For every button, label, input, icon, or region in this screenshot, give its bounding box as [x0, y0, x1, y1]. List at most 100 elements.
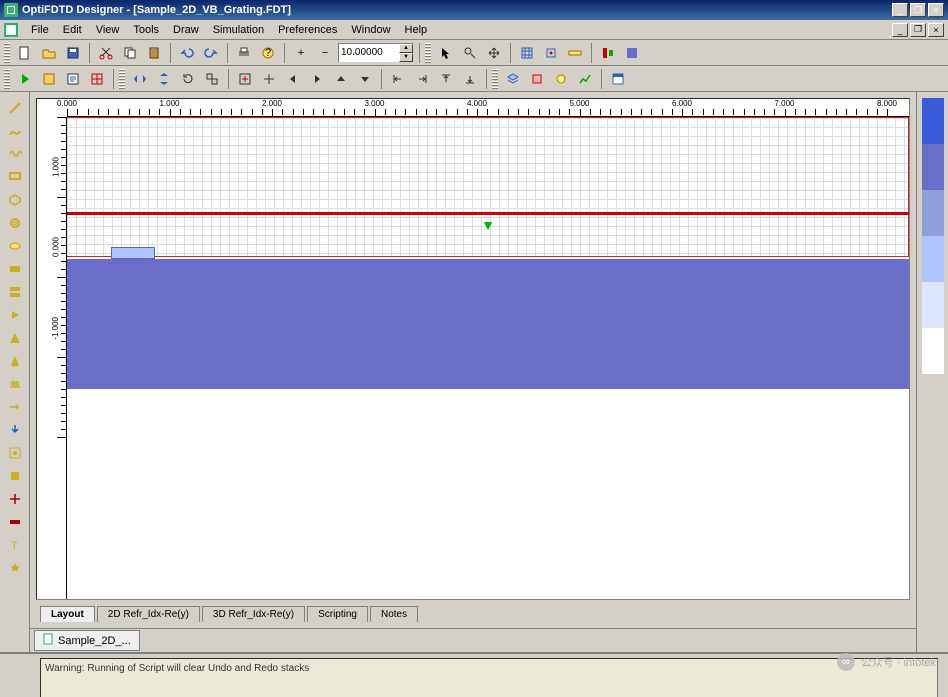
tab-scripting[interactable]: Scripting	[307, 606, 368, 622]
help-button[interactable]: ?	[257, 42, 279, 64]
fit-button[interactable]	[234, 68, 256, 90]
palette-swatch[interactable]	[922, 98, 944, 144]
cone-button[interactable]	[5, 351, 25, 371]
run-button[interactable]	[14, 68, 36, 90]
toolbar-grip-icon[interactable]	[4, 69, 10, 89]
undo-button[interactable]	[176, 42, 198, 64]
right-button[interactable]	[306, 68, 328, 90]
zoom-in-button[interactable]: −	[314, 42, 336, 64]
source-line[interactable]	[67, 212, 909, 215]
material-button[interactable]	[621, 42, 643, 64]
measure-button[interactable]	[5, 443, 25, 463]
save-button[interactable]	[62, 42, 84, 64]
toolbar-grip-icon[interactable]	[492, 69, 498, 89]
zoom-input[interactable]	[339, 44, 399, 62]
draw-curve-button[interactable]	[5, 121, 25, 141]
spin-up-button[interactable]: ▲	[399, 44, 413, 53]
document-tab[interactable]: Sample_2D_...	[34, 630, 140, 651]
palette-swatch[interactable]	[922, 144, 944, 190]
open-button[interactable]	[38, 42, 60, 64]
menu-edit[interactable]: Edit	[56, 22, 89, 38]
menu-draw[interactable]: Draw	[166, 22, 206, 38]
new-button[interactable]	[14, 42, 36, 64]
palette-swatch[interactable]	[922, 236, 944, 282]
toolbar-grip-icon[interactable]	[4, 43, 10, 63]
flip-v-button[interactable]	[153, 68, 175, 90]
project-button[interactable]	[38, 68, 60, 90]
toolbar-grip-icon[interactable]	[119, 69, 125, 89]
probe-button[interactable]	[5, 420, 25, 440]
tab-layout[interactable]: Layout	[40, 606, 95, 622]
menu-simulation[interactable]: Simulation	[206, 22, 271, 38]
palette-swatch[interactable]	[922, 328, 944, 374]
waveguide-button[interactable]	[5, 512, 25, 532]
tab-notes[interactable]: Notes	[370, 606, 418, 622]
redo-button[interactable]	[200, 42, 222, 64]
snap-left-button[interactable]	[387, 68, 409, 90]
menu-view[interactable]: View	[89, 22, 127, 38]
canvas[interactable]: 0.0001.0002.0003.0004.0005.0006.0007.000…	[36, 98, 910, 600]
region-button[interactable]	[5, 259, 25, 279]
detector-button[interactable]	[526, 68, 548, 90]
spin-down-button[interactable]: ▼	[399, 53, 413, 62]
waveguide-element[interactable]	[111, 247, 155, 259]
draw-wave-button[interactable]	[5, 144, 25, 164]
align-button[interactable]	[597, 42, 619, 64]
cut-button[interactable]	[95, 42, 117, 64]
menu-help[interactable]: Help	[398, 22, 435, 38]
grid-button[interactable]	[516, 42, 538, 64]
substrate-slab[interactable]	[67, 259, 909, 389]
source-button[interactable]	[550, 68, 572, 90]
analyze-button[interactable]	[574, 68, 596, 90]
snap-right-button[interactable]	[411, 68, 433, 90]
flip-h-button[interactable]	[129, 68, 151, 90]
mdi-close-button[interactable]: ×	[928, 23, 944, 37]
zoom-area-button[interactable]	[459, 42, 481, 64]
rotate-button[interactable]	[177, 68, 199, 90]
tab-2d-refr[interactable]: 2D Refr_Idx-Re(y)	[97, 606, 200, 622]
copy-button[interactable]	[119, 42, 141, 64]
up-button[interactable]	[330, 68, 352, 90]
paste-button[interactable]	[143, 42, 165, 64]
menu-file[interactable]: File	[24, 22, 56, 38]
draw-ellipse-button[interactable]	[5, 236, 25, 256]
menu-window[interactable]: Window	[344, 22, 397, 38]
draw-rect-button[interactable]	[5, 167, 25, 187]
draw-polygon-button[interactable]	[5, 190, 25, 210]
play-tool-button[interactable]	[5, 305, 25, 325]
ruler-button[interactable]	[564, 42, 586, 64]
draw-ring-button[interactable]	[5, 213, 25, 233]
drawing-surface[interactable]: ▼	[67, 117, 909, 599]
mesh-button[interactable]	[86, 68, 108, 90]
toolbar-grip-icon[interactable]	[425, 43, 431, 63]
left-button[interactable]	[282, 68, 304, 90]
script-button[interactable]	[62, 68, 84, 90]
zoom-out-button[interactable]: +	[290, 42, 312, 64]
group-button[interactable]	[201, 68, 223, 90]
down-button[interactable]	[354, 68, 376, 90]
palette-swatch[interactable]	[922, 190, 944, 236]
snap-button[interactable]	[540, 42, 562, 64]
draw-line-button[interactable]	[5, 98, 25, 118]
window-button[interactable]	[607, 68, 629, 90]
arrow-tool-button[interactable]	[5, 397, 25, 417]
menu-tools[interactable]: Tools	[126, 22, 166, 38]
grating-button[interactable]	[5, 374, 25, 394]
maximize-button[interactable]: ❐	[910, 3, 926, 17]
minimize-button[interactable]: _	[892, 3, 908, 17]
mdi-restore-button[interactable]: ❐	[910, 23, 926, 37]
tab-3d-refr[interactable]: 3D Refr_Idx-Re(y)	[202, 606, 305, 622]
pan-button[interactable]	[483, 42, 505, 64]
rect-tool-button[interactable]	[5, 466, 25, 486]
field-button[interactable]	[5, 489, 25, 509]
layer-tool-button[interactable]	[5, 282, 25, 302]
snap-bottom-button[interactable]	[459, 68, 481, 90]
triangle-tool-button[interactable]	[5, 328, 25, 348]
expand-button[interactable]	[258, 68, 280, 90]
print-button[interactable]	[233, 42, 255, 64]
snap-top-button[interactable]	[435, 68, 457, 90]
menu-preferences[interactable]: Preferences	[271, 22, 344, 38]
mdi-minimize-button[interactable]: _	[892, 23, 908, 37]
pointer-button[interactable]	[435, 42, 457, 64]
star-button[interactable]	[5, 558, 25, 578]
